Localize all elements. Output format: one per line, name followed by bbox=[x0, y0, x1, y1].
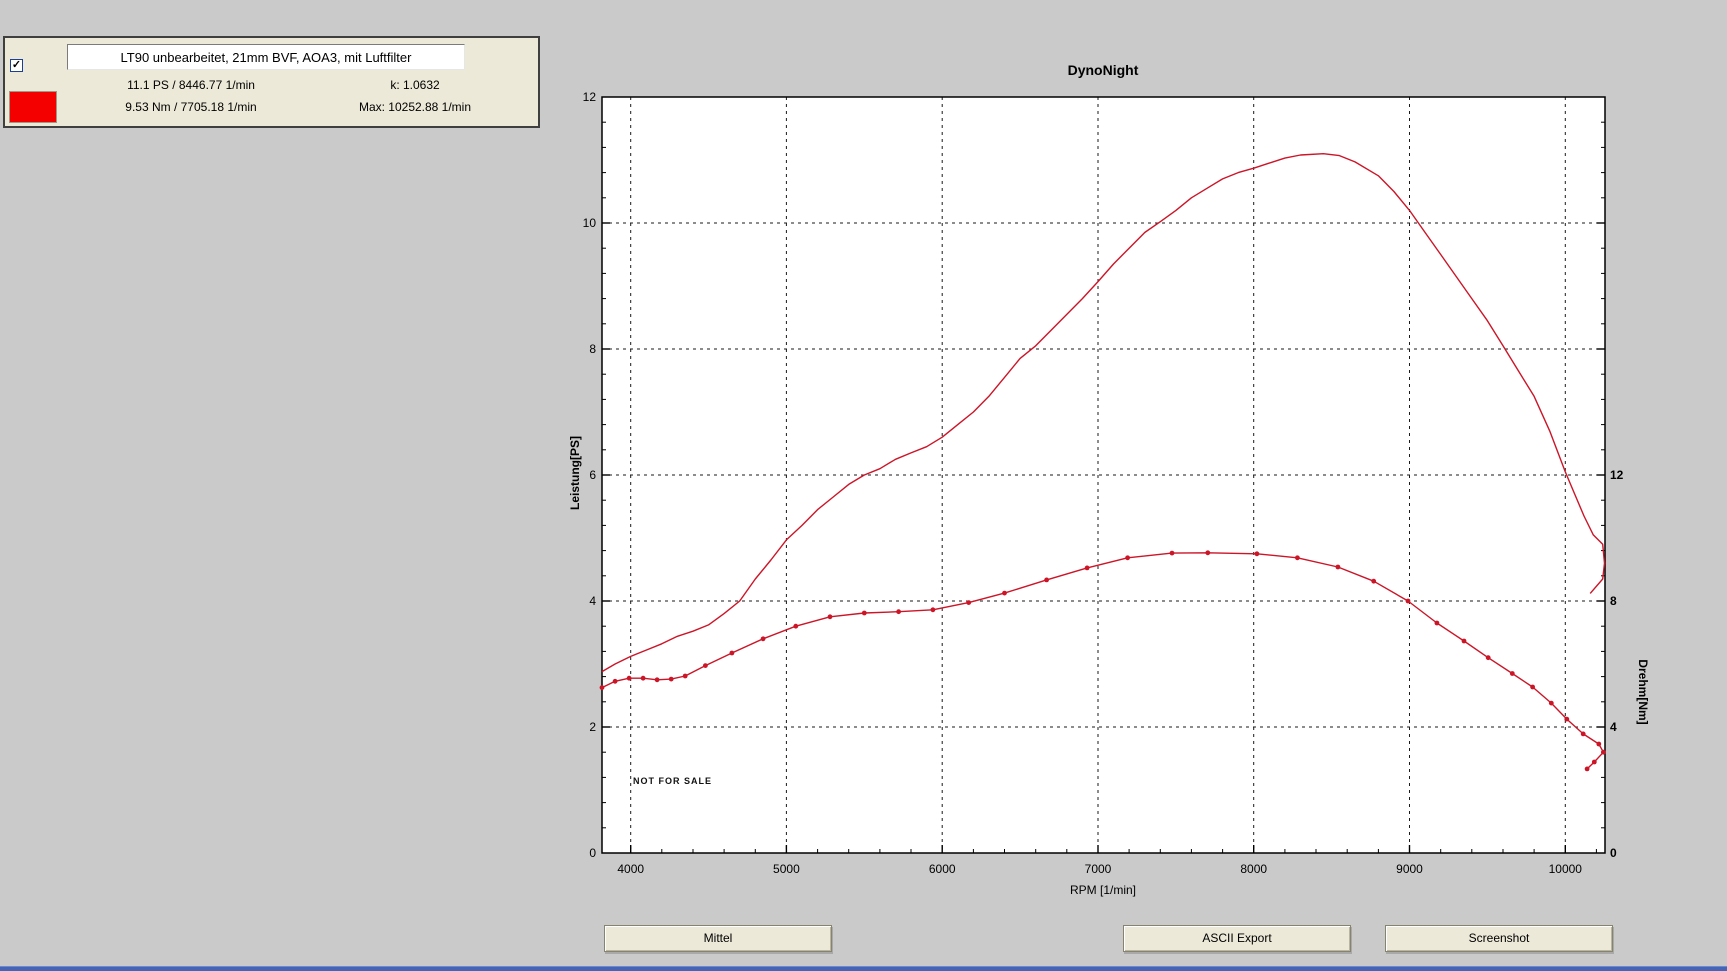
torque-marker bbox=[1564, 716, 1570, 722]
torque-marker bbox=[1169, 550, 1175, 556]
torque-marker bbox=[599, 685, 605, 690]
torque-marker bbox=[1530, 684, 1535, 690]
torque-marker bbox=[626, 675, 632, 681]
torque-marker bbox=[930, 607, 936, 613]
torque-marker bbox=[1580, 731, 1586, 737]
dyno-chart-canvas: 4000 5000 6000 7000 8000 9000 10000 0 2 4 6 8 10 12 12… bbox=[583, 90, 1624, 876]
torque-marker bbox=[1002, 590, 1007, 596]
y-right-tick-label: 0 bbox=[1610, 846, 1617, 860]
torque-marker bbox=[1591, 759, 1597, 765]
y-left-tick-label: 2 bbox=[589, 720, 596, 734]
x-tick-label: 4000 bbox=[617, 862, 644, 876]
torque-marker bbox=[1405, 598, 1411, 604]
dyno-app-window: { "colors": { "background": "#cacaca", "… bbox=[0, 0, 1727, 971]
torque-marker bbox=[1434, 620, 1440, 626]
x-tick-label: 5000 bbox=[773, 862, 800, 876]
y-axis-label-left: Leistung[PS] bbox=[568, 436, 582, 510]
torque-marker bbox=[1461, 638, 1467, 644]
y-right-tick-label: 4 bbox=[1610, 720, 1617, 734]
y-left-tick-label: 10 bbox=[583, 216, 597, 230]
y-left-tick-label: 8 bbox=[589, 342, 596, 356]
torque-marker bbox=[1205, 550, 1211, 556]
y-left-tick-label: 12 bbox=[583, 90, 597, 104]
torque-marker bbox=[760, 636, 766, 642]
torque-marker bbox=[668, 676, 674, 682]
bottom-taskbar-edge bbox=[0, 966, 1727, 971]
torque-marker bbox=[1295, 555, 1300, 561]
torque-marker bbox=[1485, 655, 1491, 661]
x-axis-label: RPM [1/min] bbox=[1069, 883, 1136, 897]
x-tick-label: 6000 bbox=[929, 862, 956, 876]
torque-marker bbox=[1584, 766, 1590, 772]
torque-marker bbox=[1601, 749, 1606, 755]
y-axis-label-right: Drehm[Nm] bbox=[1636, 659, 1650, 725]
torque-marker bbox=[1335, 564, 1341, 570]
screenshot-button[interactable]: Screenshot bbox=[1385, 925, 1613, 952]
torque-marker bbox=[1125, 555, 1130, 561]
chart-title: DynoNight bbox=[1067, 62, 1139, 78]
not-for-sale-watermark: NOT FOR SALE bbox=[633, 776, 712, 786]
x-tick-label: 8000 bbox=[1240, 862, 1267, 876]
torque-marker bbox=[682, 673, 688, 679]
torque-marker bbox=[1044, 577, 1049, 583]
y-left-tick-label: 4 bbox=[589, 594, 596, 608]
y-left-tick-label: 6 bbox=[589, 468, 596, 482]
ascii-export-button[interactable]: ASCII Export bbox=[1123, 925, 1351, 952]
y-right-tick-label: 8 bbox=[1610, 594, 1617, 608]
x-tick-label: 7000 bbox=[1085, 862, 1112, 876]
torque-marker bbox=[827, 614, 833, 620]
torque-marker bbox=[612, 678, 618, 684]
mittel-button[interactable]: Mittel bbox=[604, 925, 832, 952]
x-tick-label: 9000 bbox=[1396, 862, 1423, 876]
torque-marker bbox=[896, 609, 901, 615]
y-left-tick-label: 0 bbox=[589, 846, 596, 860]
torque-marker bbox=[654, 677, 660, 683]
torque-marker bbox=[966, 600, 972, 605]
torque-marker bbox=[1084, 565, 1090, 571]
torque-marker bbox=[793, 623, 799, 629]
torque-marker bbox=[729, 650, 735, 656]
torque-marker bbox=[1548, 700, 1554, 706]
torque-marker bbox=[1596, 741, 1602, 747]
torque-marker bbox=[1254, 551, 1260, 557]
torque-marker bbox=[1509, 671, 1515, 676]
torque-marker bbox=[640, 675, 646, 681]
torque-marker bbox=[861, 610, 867, 616]
torque-marker bbox=[703, 663, 708, 668]
x-tick-label: 10000 bbox=[1549, 862, 1583, 876]
plot-area bbox=[602, 97, 1605, 853]
y-right-tick-label: 12 bbox=[1610, 468, 1624, 482]
torque-marker bbox=[1371, 578, 1377, 584]
